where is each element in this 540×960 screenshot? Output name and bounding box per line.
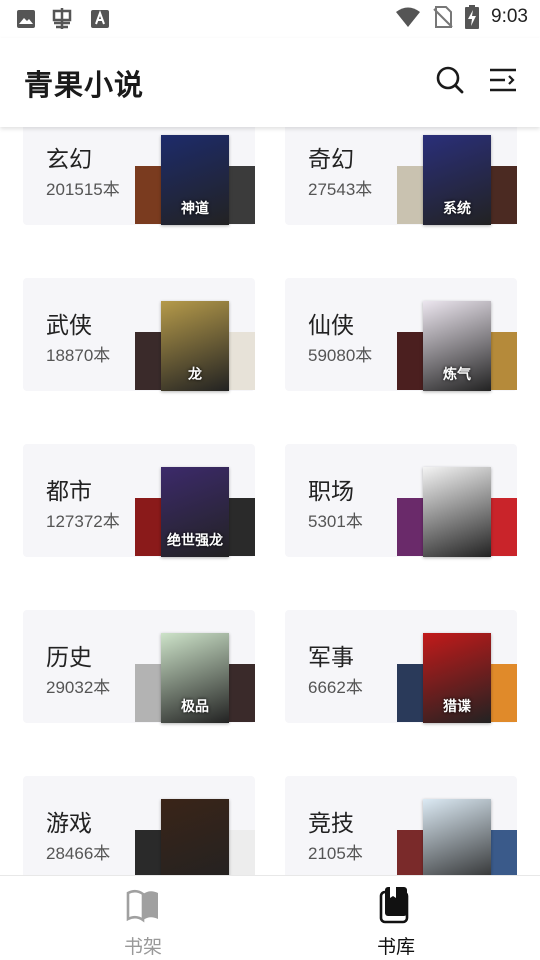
book-cover-side: [491, 332, 517, 390]
category-card[interactable]: 军事 6662本猎谍: [285, 610, 517, 723]
book-cover: 龙: [161, 301, 229, 391]
category-card[interactable]: 游戏 28466本: [23, 776, 255, 875]
book-cover-side: [229, 166, 255, 224]
book-cover: 极品: [161, 633, 229, 723]
book-cover-title: 绝世强龙: [167, 532, 223, 549]
category-card[interactable]: 职场 5301本: [285, 444, 517, 557]
category-count: 201515本: [46, 180, 120, 199]
book-cover-side: [397, 332, 423, 390]
category-count: 18870本: [46, 346, 111, 365]
category-name: 历史: [46, 645, 92, 671]
bottom-nav: 书架 书库: [0, 875, 540, 960]
no-sim-icon: [433, 6, 453, 28]
nav-library-label: 书库: [376, 936, 415, 958]
font-a-icon: [91, 10, 109, 28]
category-name: 竞技: [308, 811, 354, 837]
book-cover-title: 猎谍: [443, 698, 471, 715]
book-cover-title: 极品: [181, 698, 209, 715]
book-cover: [423, 799, 491, 875]
category-card[interactable]: 奇幻 27543本系统: [285, 127, 517, 225]
book-cover-side: [135, 498, 161, 556]
book-cover: 系统: [423, 135, 491, 225]
category-count: 27543本: [308, 180, 373, 199]
book-cover-side: [135, 664, 161, 722]
status-right-icons: 9:03: [395, 5, 528, 29]
book-cover: 猎谍: [423, 633, 491, 723]
category-name: 武侠: [46, 313, 92, 339]
book-stack-icon: [379, 887, 409, 924]
book-cover-title: 炼气: [443, 366, 471, 383]
category-name: 都市: [46, 479, 92, 505]
book-cover-side: [397, 166, 423, 224]
category-count: 127372本: [46, 512, 120, 531]
image-icon: [17, 10, 35, 28]
search-icon[interactable]: [434, 64, 466, 96]
book-cover-title: 神道: [181, 200, 209, 217]
category-count: 28466本: [46, 844, 111, 863]
menu-icon[interactable]: [487, 64, 519, 96]
book-cover: 神道: [161, 135, 229, 225]
status-bar: 9:03: [0, 0, 540, 38]
category-grid: 玄幻 201515本神道 奇幻 27543本系统武侠 18870本龙 仙侠 59080本炼气…: [0, 127, 540, 875]
book-cover-side: [135, 830, 161, 875]
book-cover-side: [397, 830, 423, 875]
app-title: 青果小说: [24, 68, 145, 102]
battery-charging-icon: [465, 5, 480, 29]
book-cover-side: [491, 166, 517, 224]
category-name: 奇幻: [308, 147, 354, 173]
wifi-icon: [396, 7, 421, 27]
category-count: 6662本: [308, 678, 363, 697]
app-header: 青果小说: [0, 38, 540, 127]
book-cover-side: [397, 664, 423, 722]
book-cover-side: [491, 664, 517, 722]
category-count: 59080本: [308, 346, 373, 365]
book-cover-side: [229, 332, 255, 390]
category-card[interactable]: 武侠 18870本龙: [23, 278, 255, 391]
book-cover-side: [397, 498, 423, 556]
category-count: 5301本: [308, 512, 363, 531]
book-cover-side: [135, 332, 161, 390]
nav-bookshelf-label: 书架: [123, 936, 162, 958]
book-cover-side: [229, 830, 255, 875]
book-cover-title: 系统: [443, 200, 471, 217]
category-card[interactable]: 历史 29032本极品: [23, 610, 255, 723]
category-name: 仙侠: [308, 313, 354, 339]
book-cover-title: 龙: [188, 366, 202, 383]
nav-library[interactable]: 书库: [351, 886, 441, 959]
book-cover-side: [229, 664, 255, 722]
book-cover-side: [491, 830, 517, 875]
book-cover-side: [491, 498, 517, 556]
category-count: 2105本: [308, 844, 363, 863]
category-count: 29032本: [46, 678, 111, 697]
book-cover: 绝世强龙: [161, 467, 229, 557]
category-card[interactable]: 仙侠 59080本炼气: [285, 278, 517, 391]
category-name: 玄幻: [46, 147, 92, 173]
nav-bookshelf[interactable]: 书架: [98, 886, 188, 959]
category-card[interactable]: 竞技 2105本: [285, 776, 517, 875]
status-left-icons: [16, 7, 110, 31]
category-name: 军事: [308, 645, 354, 671]
category-card[interactable]: 玄幻 201515本神道: [23, 127, 255, 225]
category-card[interactable]: 都市 127372本绝世强龙: [23, 444, 255, 557]
book-cover: [161, 799, 229, 875]
open-book-icon: [126, 889, 158, 923]
bug-icon: [52, 8, 72, 29]
book-cover: [423, 467, 491, 557]
category-name: 游戏: [46, 811, 92, 837]
book-cover-side: [229, 498, 255, 556]
book-cover: 炼气: [423, 301, 491, 391]
book-cover-side: [135, 166, 161, 224]
category-name: 职场: [308, 479, 354, 505]
status-time: 9:03: [491, 6, 528, 27]
